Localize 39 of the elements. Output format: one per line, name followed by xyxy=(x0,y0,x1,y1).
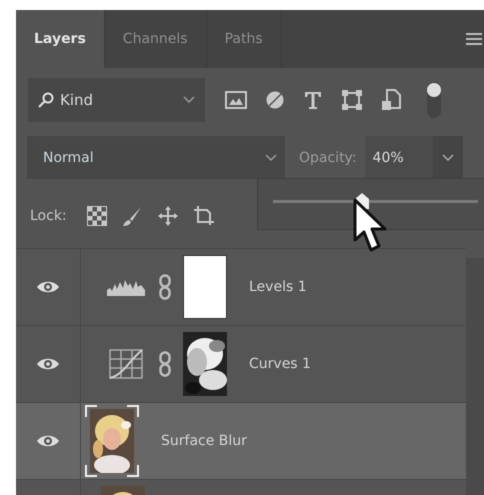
filter-value: Kind xyxy=(60,91,94,109)
mask-thumbnail xyxy=(183,255,227,319)
text-icon[interactable] xyxy=(303,90,323,110)
image-icon[interactable] xyxy=(225,91,247,109)
half-circle-icon[interactable] xyxy=(265,90,285,110)
blend-mode-value: Normal xyxy=(43,150,95,166)
layer-row[interactable]: Surface Blur xyxy=(16,403,466,480)
opacity-label: Opacity: xyxy=(299,150,357,166)
blend-mode-dropdown[interactable]: Normal xyxy=(27,136,285,179)
checkerboard-icon[interactable] xyxy=(86,206,107,226)
layer-name: Levels 1 xyxy=(249,279,307,295)
panel-tab[interactable]: Layers xyxy=(16,10,105,68)
curves-grid-icon xyxy=(109,349,143,379)
move-icon[interactable] xyxy=(156,204,179,226)
layer-row[interactable]: Curves 1 xyxy=(16,326,466,403)
eye-icon[interactable] xyxy=(36,279,60,295)
panel-tab[interactable]: Paths xyxy=(206,10,282,68)
eye-icon[interactable] xyxy=(36,433,60,449)
chevron-down-icon xyxy=(442,154,454,162)
chevron-down-icon xyxy=(183,96,195,104)
chain-link-icon xyxy=(159,274,171,300)
panel-tab[interactable]: Channels xyxy=(104,10,207,68)
histogram-icon xyxy=(107,278,145,296)
chain-link-icon xyxy=(159,351,171,377)
toggle-icon[interactable] xyxy=(427,82,441,118)
menu-icon[interactable] xyxy=(466,33,482,45)
chevron-down-icon xyxy=(265,154,277,162)
artboard-icon[interactable] xyxy=(192,204,215,226)
layer-name: Curves 1 xyxy=(249,356,311,372)
filter-dropdown[interactable]: Kind xyxy=(28,78,205,122)
layer-name: Surface Blur xyxy=(161,433,247,449)
eye-icon[interactable] xyxy=(36,356,60,372)
scrollbar-track[interactable] xyxy=(466,258,484,495)
search-icon xyxy=(38,92,54,108)
layer-row[interactable]: Levels 1 xyxy=(16,249,466,326)
document-icon[interactable] xyxy=(381,89,401,111)
lock-label: Lock: xyxy=(30,208,67,224)
opacity-field[interactable]: 40% xyxy=(364,136,433,179)
transform-icon[interactable] xyxy=(341,89,363,111)
